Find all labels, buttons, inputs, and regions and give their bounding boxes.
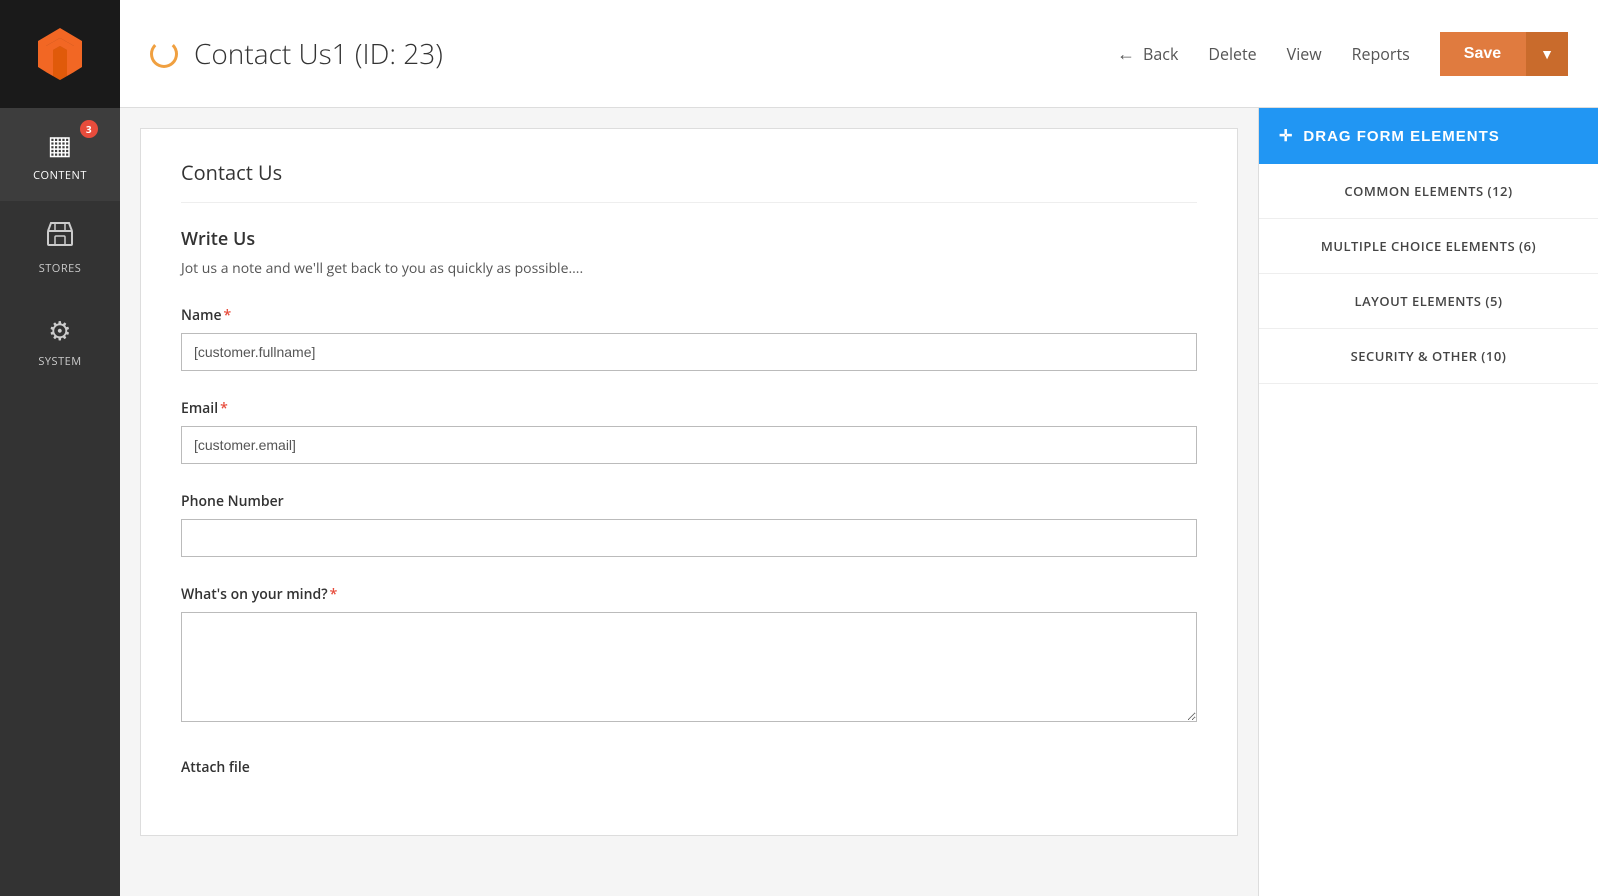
sidebar-item-content-label: CONTENT xyxy=(33,168,87,183)
sidebar-item-stores[interactable]: STORES xyxy=(0,201,120,294)
stores-icon xyxy=(46,219,74,255)
form-card-title: Contact Us xyxy=(181,159,1197,203)
name-input[interactable] xyxy=(181,333,1197,371)
topbar-title-area: Contact Us1 (ID: 23) xyxy=(150,35,1117,73)
phone-input[interactable] xyxy=(181,519,1197,557)
mind-label: What's on your mind?* xyxy=(181,585,1197,604)
view-label: View xyxy=(1287,43,1322,65)
attach-label: Attach file xyxy=(181,758,250,777)
sidebar-item-stores-label: STORES xyxy=(39,261,82,276)
sidebar-item-system[interactable]: ⚙ SYSTEM xyxy=(0,294,120,387)
save-dropdown-arrow-icon: ▼ xyxy=(1540,46,1554,62)
save-dropdown-button[interactable]: ▼ xyxy=(1525,32,1568,76)
form-panel: Contact Us Write Us Jot us a note and we… xyxy=(120,108,1258,896)
mind-field-group: What's on your mind?* xyxy=(181,585,1197,727)
email-label: Email* xyxy=(181,399,1197,418)
email-input[interactable] xyxy=(181,426,1197,464)
magento-logo-icon xyxy=(30,24,90,84)
system-icon: ⚙ xyxy=(48,312,72,348)
section-title: Write Us xyxy=(181,227,1197,251)
email-required-indicator: * xyxy=(220,399,228,418)
name-field-group: Name* xyxy=(181,306,1197,371)
phone-field-group: Phone Number xyxy=(181,492,1197,557)
content-badge: 3 xyxy=(80,120,98,138)
attach-field-group: Attach file xyxy=(181,755,1197,777)
mind-required-indicator: * xyxy=(330,585,338,604)
delete-button[interactable]: Delete xyxy=(1208,43,1256,65)
security-other-elements-group[interactable]: SECURITY & OTHER (10) xyxy=(1259,329,1598,384)
content-area: Contact Us Write Us Jot us a note and we… xyxy=(120,108,1598,896)
common-elements-group[interactable]: COMMON ELEMENTS (12) xyxy=(1259,164,1598,219)
name-required-indicator: * xyxy=(224,306,232,325)
loading-spinner xyxy=(150,40,178,68)
right-panel: ✛ DRAG FORM ELEMENTS COMMON ELEMENTS (12… xyxy=(1258,108,1598,896)
reports-label: Reports xyxy=(1352,43,1410,65)
mind-textarea[interactable] xyxy=(181,612,1197,722)
topbar-actions: ← Back Delete View Reports Save ▼ xyxy=(1117,32,1568,76)
sidebar-item-system-label: SYSTEM xyxy=(38,354,81,369)
name-label: Name* xyxy=(181,306,1197,325)
sidebar-item-content[interactable]: ▦ CONTENT 3 xyxy=(0,108,120,201)
section-description: Jot us a note and we'll get back to you … xyxy=(181,259,1197,278)
sidebar-logo xyxy=(0,0,120,108)
main-area: Contact Us1 (ID: 23) ← Back Delete View … xyxy=(120,0,1598,896)
page-title: Contact Us1 (ID: 23) xyxy=(194,35,443,73)
drag-icon: ✛ xyxy=(1279,126,1293,146)
save-button-group: Save ▼ xyxy=(1440,32,1568,76)
save-button[interactable]: Save xyxy=(1440,32,1525,76)
phone-label: Phone Number xyxy=(181,492,1197,511)
content-icon: ▦ xyxy=(47,126,72,162)
back-button[interactable]: ← Back xyxy=(1117,42,1178,66)
layout-elements-group[interactable]: LAYOUT ELEMENTS (5) xyxy=(1259,274,1598,329)
reports-button[interactable]: Reports xyxy=(1352,43,1410,65)
drag-form-label: DRAG FORM ELEMENTS xyxy=(1303,128,1499,145)
email-field-group: Email* xyxy=(181,399,1197,464)
delete-label: Delete xyxy=(1208,43,1256,65)
view-button[interactable]: View xyxy=(1287,43,1322,65)
drag-form-elements-button[interactable]: ✛ DRAG FORM ELEMENTS xyxy=(1259,108,1598,164)
back-arrow-icon: ← xyxy=(1117,42,1135,66)
sidebar: ▦ CONTENT 3 STORES ⚙ SYSTEM xyxy=(0,0,120,896)
back-label: Back xyxy=(1143,43,1178,65)
multiple-choice-elements-group[interactable]: MULTIPLE CHOICE ELEMENTS (6) xyxy=(1259,219,1598,274)
form-card: Contact Us Write Us Jot us a note and we… xyxy=(140,128,1238,836)
topbar: Contact Us1 (ID: 23) ← Back Delete View … xyxy=(120,0,1598,108)
